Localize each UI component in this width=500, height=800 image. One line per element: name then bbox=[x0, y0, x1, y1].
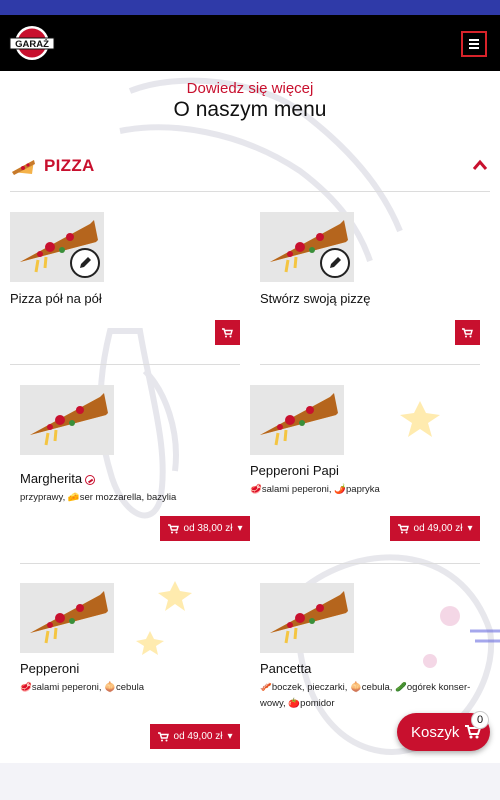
cart-icon bbox=[157, 731, 169, 741]
cart-label: Koszyk bbox=[411, 723, 460, 741]
navbar: GARAŻ bbox=[0, 15, 500, 71]
item-name: Pepperoni bbox=[20, 661, 80, 676]
pizza-image bbox=[20, 385, 114, 455]
add-to-cart-button[interactable] bbox=[215, 320, 240, 345]
custom-item-half-half[interactable]: Pizza pół na pół bbox=[10, 212, 240, 345]
footer-band bbox=[0, 763, 500, 800]
pizza-slice-icon bbox=[10, 156, 36, 178]
category-header-pizza[interactable]: PIZZA bbox=[10, 150, 490, 190]
item-description: 🥓boczek, pieczarki, 🧅cebula, 🥒ogórek kon… bbox=[260, 682, 471, 709]
menu-content: Dowiedz się więcej O naszym menu PIZZA P… bbox=[0, 71, 500, 800]
garaz-logo[interactable]: GARAŻ bbox=[8, 23, 56, 63]
add-to-cart-button[interactable] bbox=[455, 320, 480, 345]
category-divider bbox=[10, 191, 490, 192]
price-label: od 38,00 zł bbox=[183, 523, 233, 534]
item-name: Pepperoni Papi bbox=[250, 463, 339, 478]
pizza-image bbox=[260, 583, 354, 653]
svg-text:GARAŻ: GARAŻ bbox=[15, 39, 49, 50]
product-card[interactable]: Margherita przyprawy, 🧀ser mozzarella, b… bbox=[20, 385, 250, 545]
item-description: przyprawy, 🧀ser mozzarella, bazylia bbox=[20, 492, 177, 503]
price-select-button[interactable]: od 49,00 zł ▾ bbox=[390, 516, 480, 541]
item-name: Pancetta bbox=[260, 661, 312, 676]
product-card[interactable]: Pepperoni 🥩salami peperoni, 🧅cebula od 4… bbox=[20, 583, 250, 753]
pizza-image bbox=[20, 583, 114, 653]
item-description: 🥩salami peperoni, 🌶️papryka bbox=[250, 484, 380, 495]
hamburger-menu-button[interactable] bbox=[461, 31, 487, 57]
pizza-image bbox=[250, 385, 344, 455]
caret-down-icon: ▾ bbox=[237, 523, 243, 534]
price-label: od 49,00 zł bbox=[413, 523, 463, 534]
price-select-button[interactable]: od 38,00 zł ▾ bbox=[160, 516, 250, 541]
custom-item-build-your-own[interactable]: Stwórz swoją pizzę bbox=[260, 212, 480, 345]
category-title: PIZZA bbox=[44, 156, 95, 175]
item-name: Pizza pół na pół bbox=[10, 291, 102, 306]
caret-down-icon: ▾ bbox=[467, 523, 473, 534]
cart-icon bbox=[397, 523, 409, 533]
pencil-icon bbox=[320, 248, 350, 278]
price-select-button[interactable]: od 49,00 zł ▾ bbox=[150, 724, 240, 749]
top-accent-strip bbox=[0, 0, 500, 15]
item-name: Stwórz swoją pizzę bbox=[260, 291, 371, 306]
menu-title: O naszym menu bbox=[173, 98, 327, 121]
item-divider bbox=[260, 364, 480, 365]
pencil-icon bbox=[70, 248, 100, 278]
spicy-icon bbox=[85, 474, 96, 485]
chevron-up-icon[interactable] bbox=[472, 158, 488, 170]
item-divider bbox=[10, 364, 240, 365]
cart-count-badge: 0 bbox=[471, 711, 489, 729]
cart-icon bbox=[167, 523, 179, 533]
caret-down-icon: ▾ bbox=[227, 731, 233, 742]
hamburger-icon bbox=[469, 39, 479, 41]
price-label: od 49,00 zł bbox=[173, 731, 223, 742]
item-name: Margherita bbox=[20, 471, 96, 486]
menu-subtitle: Dowiedz się więcej bbox=[186, 80, 314, 97]
product-card[interactable]: Pepperoni Papi 🥩salami peperoni, 🌶️papry… bbox=[250, 385, 480, 545]
item-divider bbox=[20, 563, 480, 564]
item-description: 🥩salami peperoni, 🧅cebula bbox=[20, 682, 144, 693]
